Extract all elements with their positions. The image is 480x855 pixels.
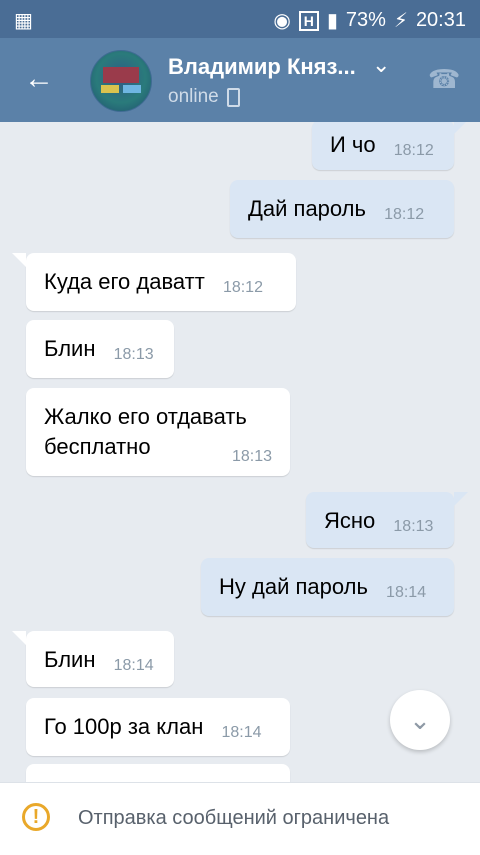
message-incoming[interactable]: Блин 18:14: [12, 631, 174, 687]
chevron-down-icon[interactable]: ⌄: [372, 52, 390, 78]
message-outgoing[interactable]: Дай пароль 18:12: [230, 180, 454, 238]
message-text: Дай пароль: [248, 196, 366, 221]
message-outgoing[interactable]: И чо 18:12: [312, 122, 468, 170]
message-text: Го 100р за клан: [44, 714, 204, 739]
message-list[interactable]: И чо 18:12 Дай пароль 18:12 Куда его дав…: [0, 122, 480, 782]
message-outgoing[interactable]: Ясно 18:13: [306, 492, 468, 548]
network-type-badge: H: [298, 10, 319, 31]
message-text: И чо: [330, 132, 376, 157]
message-time: 18:14: [113, 657, 154, 674]
chevron-down-icon: ⌄: [409, 705, 431, 735]
message-incoming[interactable]: Го 100р за клан 18:14: [26, 698, 290, 756]
message-text: Блин: [44, 647, 96, 672]
message-incoming-partial[interactable]: [26, 764, 290, 782]
avatar[interactable]: [90, 50, 152, 112]
online-status: online: [168, 86, 219, 107]
signal-icon: ▮: [326, 10, 338, 32]
message-time: 18:12: [393, 142, 434, 159]
message-time: 18:13: [393, 518, 434, 535]
message-incoming[interactable]: Жалко его отдавать бесплатно 18:13: [26, 388, 290, 476]
message-incoming[interactable]: Блин 18:13: [26, 320, 174, 378]
message-time: 18:12: [384, 206, 425, 223]
battery-icon: ⚡: [393, 10, 408, 32]
messaging-restricted-notice: Отправка сообщений ограничена: [78, 807, 390, 829]
location-icon: ◉: [273, 10, 291, 32]
back-arrow-icon[interactable]: ←: [24, 62, 54, 96]
message-incoming[interactable]: Куда его даватт 18:12: [12, 253, 296, 311]
contact-status: online: [168, 86, 240, 108]
message-text: Куда его даватт: [44, 269, 205, 294]
message-time: 18:14: [386, 584, 427, 601]
clock: 20:31: [415, 9, 466, 31]
warning-icon: !: [22, 803, 50, 831]
composer-bar: ! Отправка сообщений ограничена: [0, 782, 480, 855]
message-time: 18:12: [222, 279, 263, 296]
contact-name[interactable]: Владимир Княз...: [168, 54, 356, 80]
message-text: Блин: [44, 336, 96, 361]
message-time: 18:13: [113, 346, 154, 363]
message-time: 18:13: [231, 448, 272, 465]
status-bar: ▦ ◉ H ▮ 73% ⚡ 20:31: [0, 0, 480, 38]
message-text: Ну дай пароль: [219, 574, 368, 599]
scroll-down-button[interactable]: ⌄: [390, 690, 450, 750]
message-time: 18:14: [221, 724, 262, 741]
chat-header: ← Владимир Княз... ⌄ online ☎: [0, 38, 480, 122]
mobile-device-icon: [226, 87, 240, 107]
phone-call-icon[interactable]: ☎: [428, 64, 460, 95]
gallery-icon: ▦: [14, 10, 33, 32]
message-outgoing[interactable]: Ну дай пароль 18:14: [201, 558, 454, 616]
battery-percent: 73%: [345, 9, 386, 31]
message-text: Ясно: [324, 508, 376, 533]
